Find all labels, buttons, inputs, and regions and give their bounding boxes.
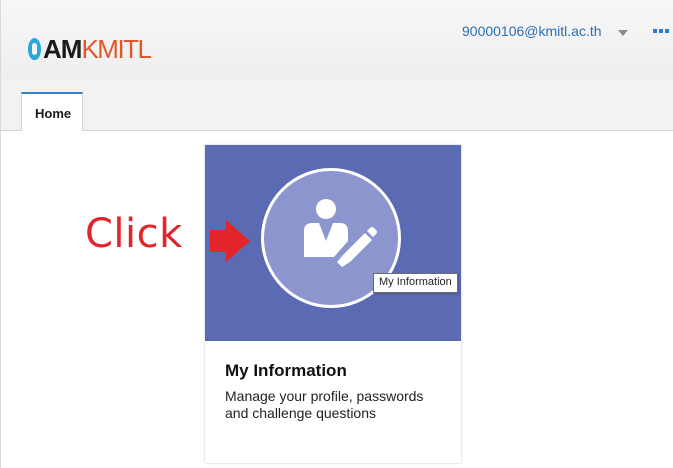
user-menu-email[interactable]: 90000106@kmitl.ac.th bbox=[462, 23, 602, 39]
click-annotation-label: Click bbox=[85, 211, 183, 257]
app-logo[interactable]: AMKMITL bbox=[28, 34, 152, 64]
chevron-down-icon[interactable] bbox=[618, 30, 628, 36]
logo-mark-icon bbox=[28, 38, 41, 60]
tooltip: My Information bbox=[373, 273, 458, 293]
tab-bar bbox=[1, 80, 673, 131]
logo-text: AMKMITL bbox=[43, 34, 152, 64]
logo-text-kmitl: KMITL bbox=[81, 34, 152, 64]
tile-description: Manage your profile, passwords and chall… bbox=[225, 388, 424, 421]
arrow-right-icon bbox=[210, 220, 250, 262]
my-information-tile[interactable]: My Information Manage your profile, pass… bbox=[205, 145, 461, 463]
more-icon[interactable] bbox=[653, 29, 669, 33]
tab-home[interactable]: Home bbox=[21, 92, 83, 131]
logo-text-am: AM bbox=[43, 34, 82, 64]
app-header: AMKMITL bbox=[1, 0, 673, 81]
tile-title[interactable]: My Information bbox=[225, 361, 347, 381]
